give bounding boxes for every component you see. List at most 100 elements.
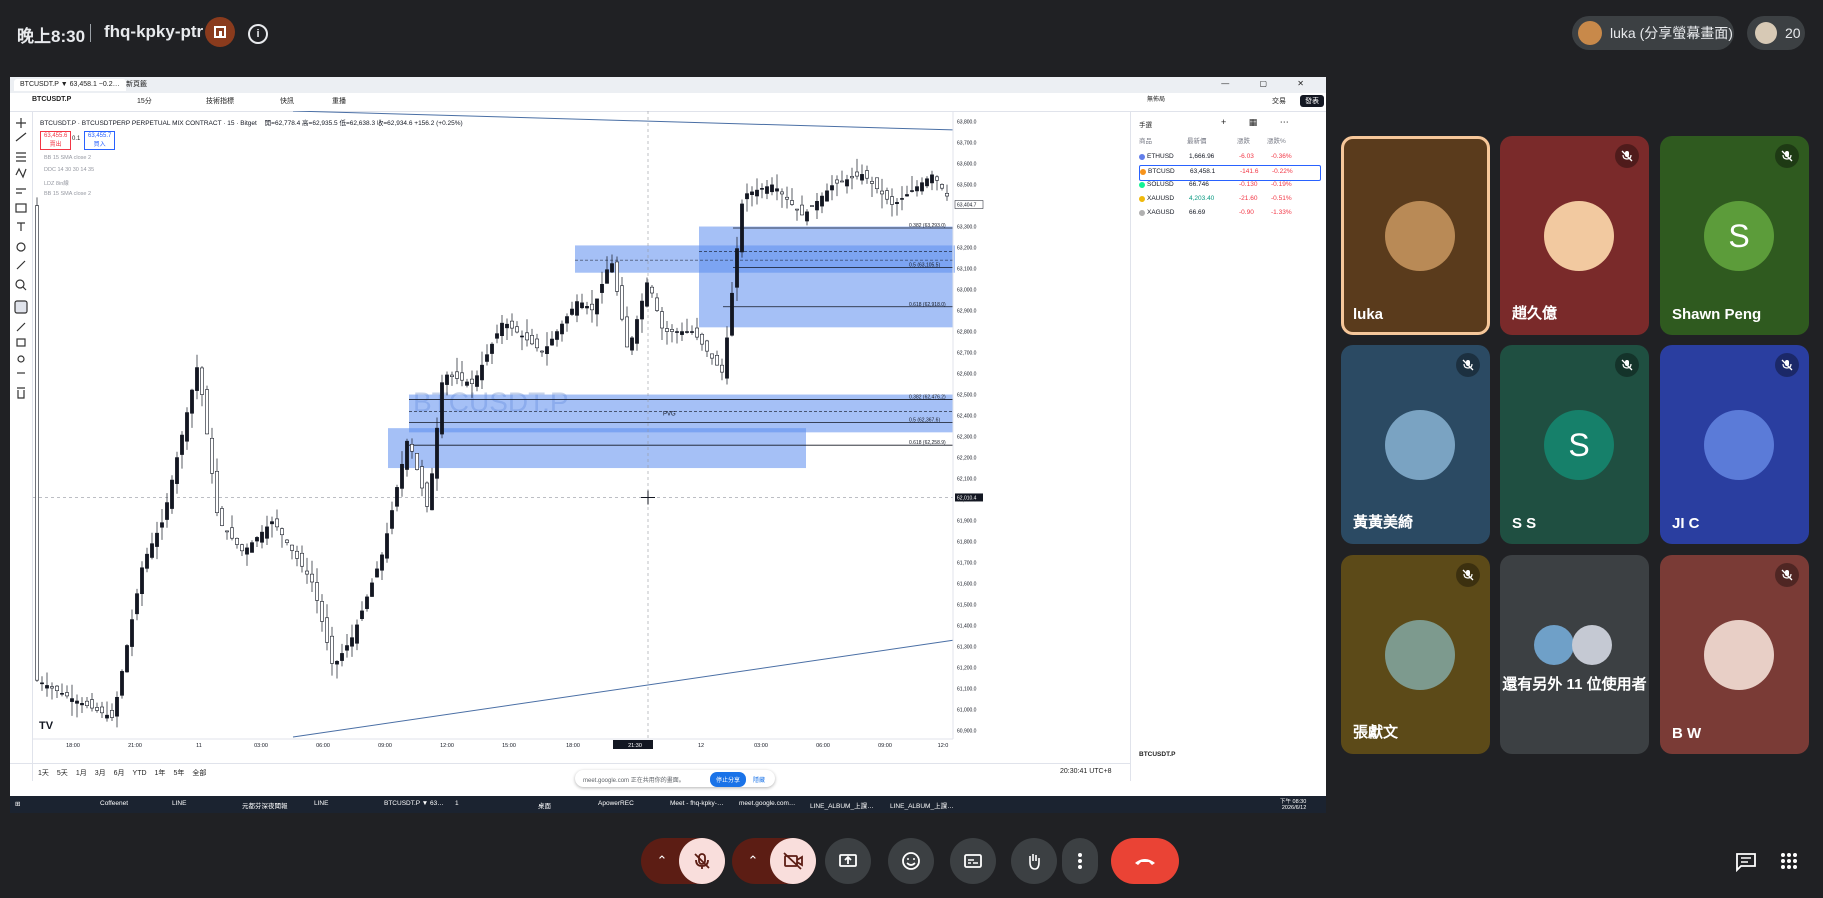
candle[interactable]: [665, 328, 669, 332]
candle[interactable]: [95, 707, 99, 711]
candle[interactable]: [170, 479, 174, 509]
candle[interactable]: [420, 466, 424, 489]
participant-tile[interactable]: luka: [1341, 136, 1490, 335]
candle[interactable]: [310, 573, 314, 583]
candle[interactable]: [850, 176, 854, 179]
candle[interactable]: [545, 346, 549, 354]
candle[interactable]: [390, 510, 394, 529]
candle[interactable]: [710, 353, 714, 359]
candle[interactable]: [380, 554, 384, 571]
candle[interactable]: [945, 192, 949, 197]
candle[interactable]: [45, 685, 49, 689]
candle[interactable]: [355, 624, 359, 644]
candle[interactable]: [610, 263, 614, 273]
candle[interactable]: [485, 354, 489, 362]
candle[interactable]: [225, 530, 229, 533]
candle[interactable]: [705, 340, 709, 352]
candle[interactable]: [135, 593, 139, 615]
candle[interactable]: [900, 198, 904, 200]
candle[interactable]: [285, 539, 289, 543]
candle[interactable]: [550, 338, 554, 346]
chevron-up-icon[interactable]: ⌃: [657, 853, 668, 869]
candle[interactable]: [655, 297, 659, 311]
candle[interactable]: [510, 320, 514, 329]
candle[interactable]: [925, 178, 929, 187]
indicator-row[interactable]: DDC 14 30 30 14 35: [44, 167, 94, 173]
candle[interactable]: [470, 378, 474, 384]
candle[interactable]: [345, 645, 349, 651]
candle[interactable]: [90, 699, 94, 709]
candle[interactable]: [940, 184, 944, 189]
candle[interactable]: [605, 269, 609, 284]
candle[interactable]: [180, 434, 184, 455]
candle[interactable]: [795, 208, 799, 211]
candle[interactable]: [785, 196, 789, 200]
candle[interactable]: [410, 444, 414, 452]
leave-call-button[interactable]: [1111, 838, 1179, 884]
candle[interactable]: [460, 372, 464, 381]
candle[interactable]: [365, 596, 369, 609]
candle[interactable]: [60, 693, 64, 695]
candle[interactable]: [110, 710, 114, 718]
candle[interactable]: [330, 635, 334, 664]
candle[interactable]: [320, 601, 324, 622]
candle[interactable]: [140, 567, 144, 595]
candle[interactable]: [375, 568, 379, 578]
candle[interactable]: [685, 331, 689, 333]
trend-line-lower[interactable]: [292, 639, 954, 738]
candle[interactable]: [650, 286, 654, 294]
candle[interactable]: [825, 190, 829, 202]
candle[interactable]: [185, 412, 189, 442]
window-controls[interactable]: — ▢ ✕: [1221, 79, 1318, 88]
candle[interactable]: [400, 463, 404, 489]
candle[interactable]: [175, 457, 179, 484]
indicator-row[interactable]: BB 15 SMA close 2: [44, 191, 91, 197]
indicators-button[interactable]: 技術指標: [206, 96, 234, 106]
taskbar-item[interactable]: 桌面: [538, 800, 551, 810]
candle[interactable]: [835, 179, 839, 184]
candle[interactable]: [600, 283, 604, 293]
range-button[interactable]: 1年: [155, 770, 166, 777]
candle[interactable]: [730, 292, 734, 336]
candle[interactable]: [530, 335, 534, 345]
range-button[interactable]: 1天: [38, 770, 49, 777]
candle[interactable]: [360, 610, 364, 620]
participant-tile[interactable]: 黃黃美綺: [1341, 345, 1490, 544]
candle[interactable]: [325, 617, 329, 643]
range-button[interactable]: 5年: [173, 770, 184, 777]
candle[interactable]: [245, 547, 249, 555]
candle[interactable]: [905, 194, 909, 197]
candle[interactable]: [715, 355, 719, 366]
participant-tile[interactable]: 還有另外 11 位使用者: [1500, 555, 1649, 754]
mic-button[interactable]: [679, 838, 725, 884]
candlestick-chart[interactable]: BTCUSDT.PPVG0.382 (63,293.0)0.5 (63,105.…: [33, 110, 1123, 763]
candle[interactable]: [300, 552, 304, 567]
candle[interactable]: [55, 685, 59, 691]
candle[interactable]: [560, 323, 564, 335]
candle[interactable]: [660, 311, 664, 329]
candle[interactable]: [745, 193, 749, 200]
candle[interactable]: [640, 300, 644, 320]
candle[interactable]: [260, 531, 264, 543]
candle[interactable]: [770, 184, 774, 193]
replay-button[interactable]: 重播: [332, 96, 346, 106]
candle[interactable]: [50, 686, 54, 689]
candle[interactable]: [915, 186, 919, 192]
candle[interactable]: [270, 521, 274, 525]
candle[interactable]: [115, 696, 119, 717]
range-button[interactable]: 1月: [76, 770, 87, 777]
candle[interactable]: [430, 473, 434, 511]
meeting-info-icon[interactable]: i: [248, 24, 268, 44]
candle[interactable]: [200, 367, 204, 395]
more-options-button[interactable]: [1062, 838, 1098, 884]
taskbar-item[interactable]: ApowerREC: [598, 800, 634, 807]
candle[interactable]: [500, 322, 504, 337]
candle[interactable]: [885, 190, 889, 200]
candle[interactable]: [930, 174, 934, 184]
candle[interactable]: [475, 375, 479, 387]
candle[interactable]: [70, 698, 74, 702]
participant-tile[interactable]: 趙久億: [1500, 136, 1649, 335]
candle[interactable]: [620, 285, 624, 320]
candle[interactable]: [565, 316, 569, 324]
candle[interactable]: [740, 203, 744, 253]
